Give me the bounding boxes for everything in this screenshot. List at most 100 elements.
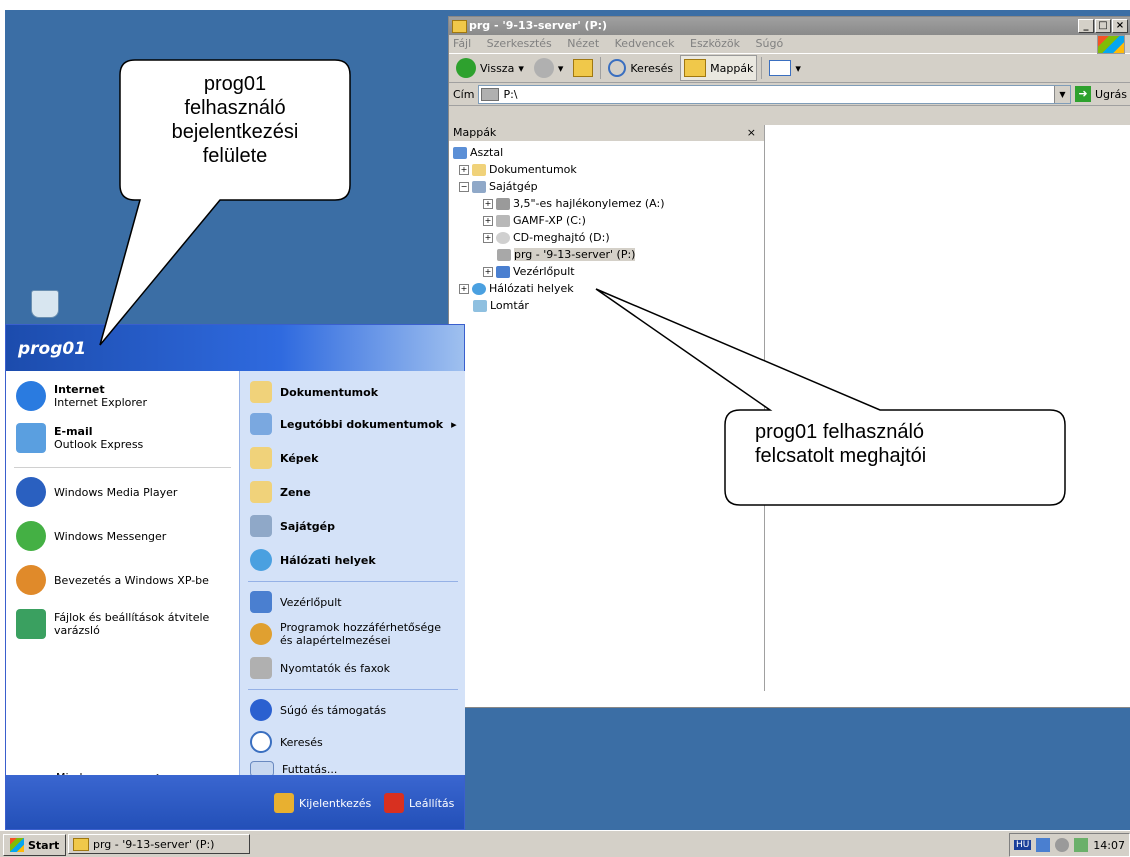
login-callout-line-3: bejelentkezési	[171, 121, 299, 143]
my-music-item[interactable]: Zene	[250, 481, 311, 503]
toolbar: Vissza ▾ ▾ Keresés Mappák ▾	[449, 54, 1130, 83]
chevron-down-icon: ▾	[557, 61, 564, 75]
arrow-right-icon: ▸	[451, 417, 457, 431]
go-arrow-icon[interactable]: ➜	[1074, 86, 1091, 102]
go-button[interactable]: Ugrás	[1095, 88, 1130, 101]
printer-icon	[250, 657, 272, 679]
expand-icon[interactable]: +	[459, 283, 469, 294]
expand-icon[interactable]: +	[483, 198, 493, 209]
start-menu: prog01 Internet Internet Explorer E-mail…	[5, 324, 465, 830]
start-menu-right-column: Dokumentumok Legutóbbi dokumentumok ▸ Ké…	[239, 371, 465, 777]
transfer-wizard-label-2: varázsló	[54, 624, 100, 637]
menu-help[interactable]: Súgó	[756, 37, 784, 50]
minimize-button[interactable]: _	[1078, 19, 1094, 33]
printers-faxes-item[interactable]: Nyomtatók és faxok	[250, 657, 390, 679]
start-button[interactable]: Start	[3, 834, 67, 856]
menu-edit[interactable]: Szerkesztés	[487, 37, 552, 50]
recent-media-player[interactable]: Windows Media Player	[16, 477, 177, 507]
recent-transfer-wizard[interactable]: Fájlok és beállítások átvitele varázsló	[16, 609, 209, 639]
recent-documents-item[interactable]: Legutóbbi dokumentumok ▸	[250, 413, 457, 435]
transfer-wizard-label-1: Fájlok és beállítások átvitele	[54, 611, 210, 624]
language-indicator[interactable]: HU	[1013, 840, 1032, 850]
explorer-panes: Mappák × Asztal + Dokumentumok − Sajátgé…	[449, 125, 1130, 707]
tree-item-recycle-bin[interactable]: Lomtár	[473, 298, 529, 313]
explorer-window: prg - '9-13-server' (P:) _ □ × Fájl Szer…	[448, 16, 1130, 708]
close-pane-icon[interactable]: ×	[747, 125, 756, 141]
folders-label: Mappák	[710, 61, 754, 75]
close-button[interactable]: ×	[1112, 19, 1128, 33]
maximize-button[interactable]: □	[1095, 19, 1111, 33]
recent-xp-tour[interactable]: Bevezetés a Windows XP-be	[16, 565, 209, 595]
drives-callout-line-1: prog01 felhasználó	[755, 421, 925, 443]
forward-button[interactable]: ▾	[531, 56, 567, 80]
tree-item-drive-c[interactable]: + GAMF-XP (C:)	[483, 213, 586, 228]
expand-icon[interactable]: +	[483, 266, 493, 277]
help-icon	[250, 699, 272, 721]
my-pictures-label: Képek	[280, 451, 319, 465]
network-places-item[interactable]: Hálózati helyek	[250, 549, 376, 571]
music-folder-icon	[250, 481, 272, 503]
pinned-internet[interactable]: Internet Internet Explorer	[16, 381, 147, 411]
network-tray-icon[interactable]	[1036, 838, 1051, 852]
menu-tools[interactable]: Eszközök	[690, 37, 740, 50]
search-label: Keresés	[280, 735, 323, 749]
menu-favorites[interactable]: Kedvencek	[615, 37, 675, 50]
tree-item-floppy[interactable]: + 3,5"-es hajlékonylemez (A:)	[483, 196, 665, 211]
program-access-item[interactable]: Programok hozzáférhetősége és alapértelm…	[250, 621, 441, 647]
collapse-icon[interactable]: −	[459, 181, 469, 192]
address-input[interactable]: P:\ ▼	[478, 84, 1071, 104]
folder-icon	[73, 837, 89, 851]
views-button[interactable]: ▾	[766, 56, 804, 80]
search-button[interactable]: Keresés	[605, 56, 676, 80]
logoff-button[interactable]: Kijelentkezés	[274, 793, 371, 813]
expand-icon[interactable]: +	[459, 164, 469, 175]
tree-item-desktop[interactable]: Asztal	[453, 145, 503, 160]
separator	[14, 467, 231, 468]
my-computer-label: Sajátgép	[280, 519, 336, 533]
control-panel-icon	[496, 265, 510, 278]
tree-item-cd-drive[interactable]: + CD-meghajtó (D:)	[483, 230, 610, 245]
my-pictures-item[interactable]: Képek	[250, 447, 318, 469]
search-item[interactable]: Keresés	[250, 731, 323, 753]
login-callout-line-1: prog01	[203, 73, 267, 95]
my-documents-item[interactable]: Dokumentumok	[250, 381, 378, 403]
expand-icon[interactable]: +	[483, 232, 493, 243]
start-label: Start	[28, 838, 60, 852]
taskbar-item-explorer[interactable]: prg - '9-13-server' (P:)	[68, 834, 250, 854]
address-value: P:\	[503, 87, 518, 101]
shutdown-label: Leállítás	[409, 796, 455, 810]
toolbar-separator	[761, 57, 763, 79]
address-dropdown-button[interactable]: ▼	[1053, 85, 1070, 103]
start-menu-left-column: Internet Internet Explorer E-mail Outloo…	[6, 371, 239, 798]
tree-item-mycomputer[interactable]: − Sajátgép	[459, 179, 538, 194]
network-places-label: Hálózati helyek	[280, 553, 376, 567]
up-button[interactable]	[570, 56, 596, 80]
expand-icon[interactable]: +	[483, 215, 493, 226]
my-documents-label: Dokumentumok	[280, 385, 379, 399]
tree-item-documents[interactable]: + Dokumentumok	[459, 162, 577, 177]
connection-tray-icon[interactable]	[1074, 838, 1089, 852]
clock[interactable]: 14:07	[1093, 839, 1125, 852]
recycle-bin-icon[interactable]	[31, 290, 59, 318]
tree-item-network-places[interactable]: + Hálózati helyek	[459, 281, 574, 296]
back-button[interactable]: Vissza ▾	[453, 56, 527, 80]
pinned-email[interactable]: E-mail Outlook Express	[16, 423, 143, 453]
control-panel-item[interactable]: Vezérlőpult	[250, 591, 342, 613]
menu-view[interactable]: Nézet	[567, 37, 599, 50]
shutdown-button[interactable]: Leállítás	[384, 793, 454, 813]
tree-item-control-panel[interactable]: + Vezérlőpult	[483, 264, 575, 279]
program-access-icon	[250, 623, 272, 645]
recent-messenger[interactable]: Windows Messenger	[16, 521, 166, 551]
tree-item-network-drive-p[interactable]: prg - '9-13-server' (P:)	[497, 247, 636, 262]
power-icon	[384, 793, 404, 813]
menu-file[interactable]: Fájl	[453, 37, 471, 50]
xp-tour-icon	[16, 565, 46, 595]
help-support-item[interactable]: Súgó és támogatás	[250, 699, 386, 721]
outlook-express-icon	[16, 423, 46, 453]
user-name: prog01	[18, 339, 87, 359]
clock-tray-icon[interactable]	[1055, 838, 1070, 852]
folders-button[interactable]: Mappák	[680, 55, 758, 81]
my-computer-item[interactable]: Sajátgép	[250, 515, 335, 537]
help-label: Súgó és támogatás	[280, 703, 387, 717]
title-bar[interactable]: prg - '9-13-server' (P:) _ □ ×	[449, 17, 1130, 35]
